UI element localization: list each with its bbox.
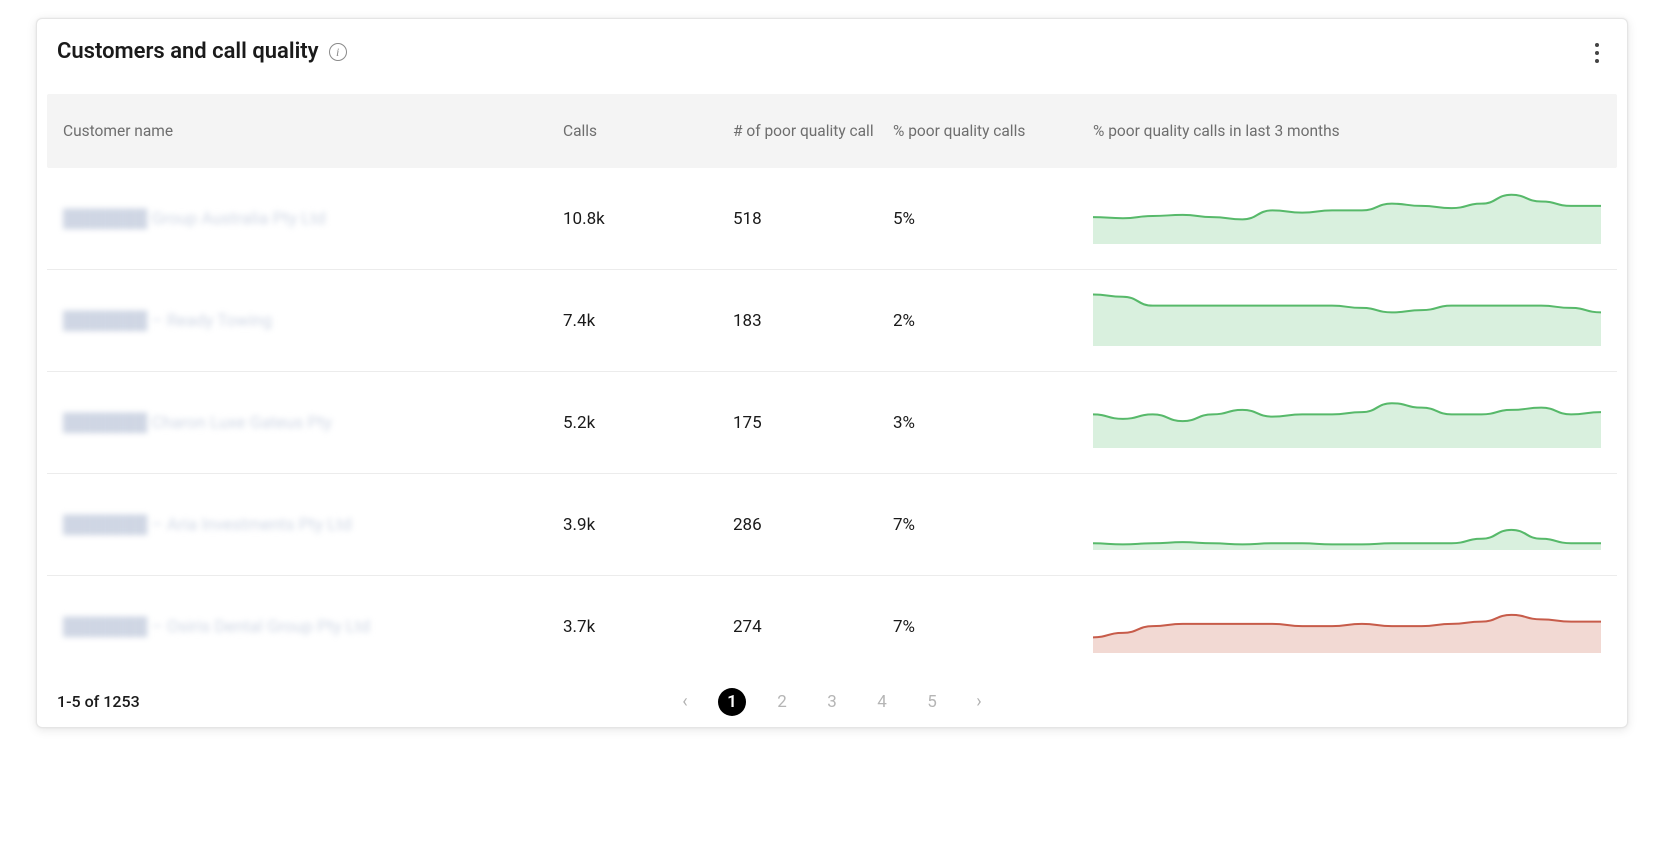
trend-cell: [1093, 290, 1601, 351]
poor-count-cell: 274: [733, 617, 893, 637]
col-calls: Calls: [563, 122, 733, 140]
poor-count-cell: 183: [733, 311, 893, 331]
page-4[interactable]: 4: [868, 688, 896, 716]
card-header: Customers and call quality i: [37, 19, 1627, 74]
page-3[interactable]: 3: [818, 688, 846, 716]
calls-cell: 7.4k: [563, 311, 733, 331]
sparkline: [1093, 290, 1601, 346]
customer-name-cell: ███████ – Aria Investments Pty Ltd: [63, 515, 563, 535]
table-row[interactable]: ███████ Charon Luxe Gateus Pty 5.2k 175 …: [47, 372, 1617, 474]
table-footer: 1-5 of 1253 ‹ 12345 ›: [37, 678, 1627, 723]
col-customer-name: Customer name: [63, 122, 563, 140]
sparkline: [1093, 494, 1601, 550]
calls-cell: 10.8k: [563, 209, 733, 229]
info-icon[interactable]: i: [329, 43, 347, 61]
col-poor-pct: % poor quality calls: [893, 122, 1093, 140]
customer-name-cell: ███████ – Ready Towing: [63, 311, 563, 331]
customer-name-cell: ███████ – Osiris Dental Group Pty Ltd: [63, 617, 563, 637]
pagination-range: 1-5 of 1253: [57, 692, 140, 711]
trend-cell: [1093, 188, 1601, 249]
card-menu-button[interactable]: [1587, 39, 1607, 67]
table-row[interactable]: ███████ – Aria Investments Pty Ltd 3.9k …: [47, 474, 1617, 576]
trend-cell: [1093, 392, 1601, 453]
page-next[interactable]: ›: [968, 691, 990, 712]
card-title: Customers and call quality: [57, 39, 319, 64]
sparkline: [1093, 392, 1601, 448]
poor-count-cell: 286: [733, 515, 893, 535]
poor-pct-cell: 5%: [893, 209, 1093, 229]
trend-cell: [1093, 597, 1601, 658]
poor-pct-cell: 2%: [893, 311, 1093, 331]
col-poor-count: # of poor quality call: [733, 122, 893, 140]
trend-cell: [1093, 494, 1601, 555]
table-row[interactable]: ███████ Group Australia Pty Ltd 10.8k 51…: [47, 168, 1617, 270]
poor-count-cell: 518: [733, 209, 893, 229]
col-trend: % poor quality calls in last 3 months: [1093, 122, 1601, 140]
page-1[interactable]: 1: [718, 688, 746, 716]
sparkline: [1093, 597, 1601, 653]
calls-cell: 3.7k: [563, 617, 733, 637]
sparkline: [1093, 188, 1601, 244]
table-row[interactable]: ███████ – Ready Towing 7.4k 183 2%: [47, 270, 1617, 372]
calls-cell: 5.2k: [563, 413, 733, 433]
poor-pct-cell: 7%: [893, 515, 1093, 535]
poor-pct-cell: 7%: [893, 617, 1093, 637]
page-2[interactable]: 2: [768, 688, 796, 716]
poor-pct-cell: 3%: [893, 413, 1093, 433]
customers-table: Customer name Calls # of poor quality ca…: [47, 94, 1617, 678]
page-5[interactable]: 5: [918, 688, 946, 716]
poor-count-cell: 175: [733, 413, 893, 433]
table-header-row: Customer name Calls # of poor quality ca…: [47, 94, 1617, 168]
page-prev[interactable]: ‹: [674, 691, 696, 712]
calls-cell: 3.9k: [563, 515, 733, 535]
customers-call-quality-card: Customers and call quality i Customer na…: [36, 18, 1628, 728]
pagination: ‹ 12345 ›: [674, 688, 990, 716]
customer-name-cell: ███████ Charon Luxe Gateus Pty: [63, 413, 563, 433]
table-row[interactable]: ███████ – Osiris Dental Group Pty Ltd 3.…: [47, 576, 1617, 678]
customer-name-cell: ███████ Group Australia Pty Ltd: [63, 209, 563, 229]
table-body: ███████ Group Australia Pty Ltd 10.8k 51…: [47, 168, 1617, 678]
